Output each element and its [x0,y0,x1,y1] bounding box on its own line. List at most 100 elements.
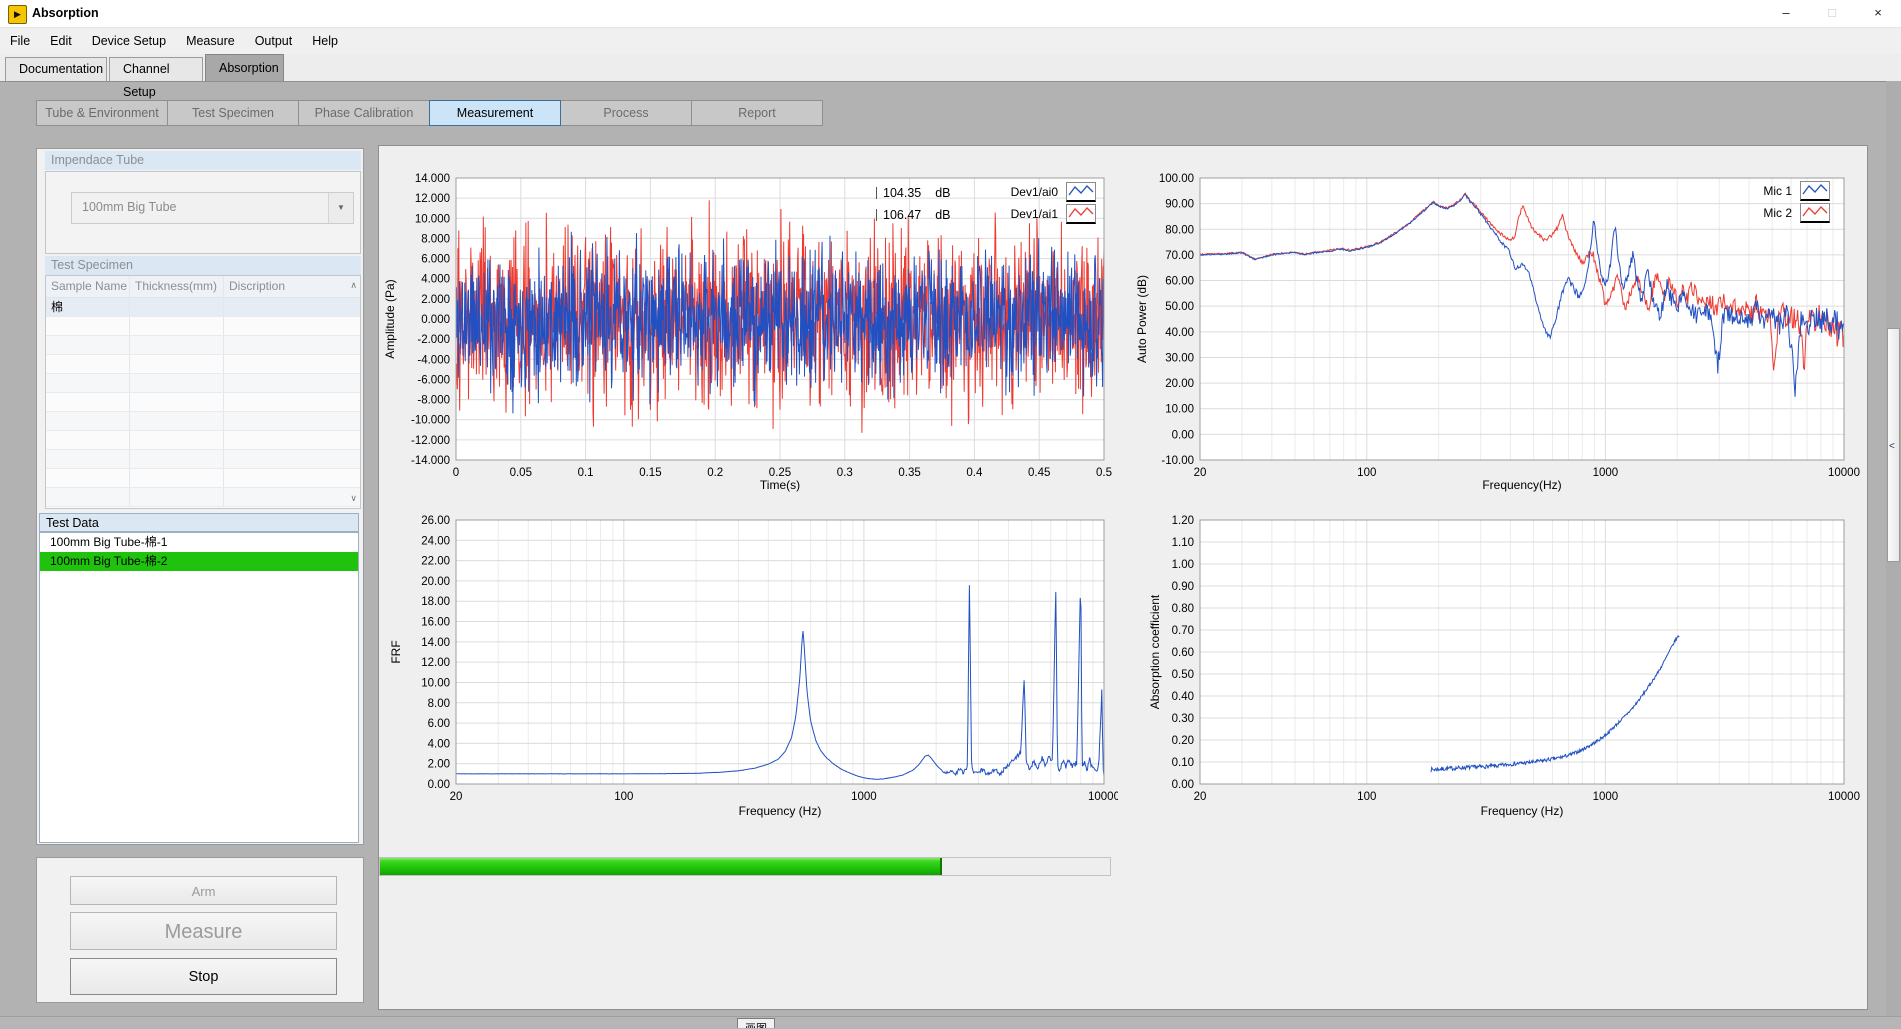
scroll-down-icon[interactable]: ∨ [350,493,357,504]
table-row-empty[interactable] [46,393,360,412]
legend-line-icon[interactable] [1066,182,1096,202]
svg-text:10000: 10000 [1088,791,1118,803]
close-button[interactable]: × [1855,0,1901,27]
svg-text:0: 0 [453,467,459,479]
table-row-empty[interactable] [46,336,360,355]
svg-text:26.00: 26.00 [421,515,450,527]
main-tabstrip: DocumentationChannel SetupAbsorption [0,54,1901,82]
table-cell [46,469,130,487]
menu-item-output[interactable]: Output [245,28,303,54]
maximize-button[interactable]: □ [1809,0,1855,27]
svg-text:0.70: 0.70 [1172,625,1194,637]
subtab-process[interactable]: Process [560,100,692,126]
column-header-sample-name[interactable]: Sample Name [46,276,130,297]
legend-line-icon[interactable] [1066,204,1096,224]
svg-text:Time(s): Time(s) [760,478,800,492]
table-row-empty[interactable] [46,355,360,374]
impedance-tube-groupbox: 100mm Big Tube ▼ [45,171,361,254]
svg-text:14.000: 14.000 [415,173,450,185]
legend-line-icon[interactable] [1800,181,1830,201]
measurement-progressbar [379,857,1111,876]
level-readout-1: 104.35dB [876,186,951,200]
table-cell [46,393,130,411]
svg-text:1000: 1000 [1593,791,1619,803]
legend-line-icon[interactable] [1800,203,1830,223]
table-cell [46,336,130,354]
measure-button[interactable]: Measure [70,912,337,950]
table-row-empty[interactable] [46,374,360,393]
impedance-tube-dropdown[interactable]: 100mm Big Tube ▼ [71,192,354,224]
svg-text:40.00: 40.00 [1165,327,1194,339]
svg-text:60.00: 60.00 [1165,276,1194,288]
frf-chart[interactable]: 26.0024.0022.0020.0018.0016.0014.0012.00… [380,508,1118,830]
table-row-empty[interactable] [46,412,360,431]
table-cell [224,431,340,449]
svg-text:Frequency (Hz): Frequency (Hz) [739,804,822,818]
table-row-empty[interactable] [46,431,360,450]
menu-item-measure[interactable]: Measure [176,28,245,54]
table-cell [46,317,130,335]
arm-button[interactable]: Arm [70,876,337,905]
subtab-measurement[interactable]: Measurement [429,100,561,126]
list-item-100mm-big-tube-1[interactable]: 100mm Big Tube-棉-1 [40,533,358,552]
column-header-discription[interactable]: Discription [224,276,340,297]
test-specimen-table[interactable]: ∧ ∨ Sample NameThickness(mm)Discription棉 [45,275,361,509]
bottom-tab-partial[interactable]: 画图 [737,1018,777,1028]
absorption-coefficient-chart[interactable]: 1.201.101.000.900.800.700.600.500.400.30… [1125,508,1877,830]
svg-text:10000: 10000 [1828,791,1860,803]
svg-text:1.20: 1.20 [1172,515,1194,527]
legend-label-mic-1[interactable]: Mic 1 [1714,184,1792,198]
readout-unit: dB [935,208,950,222]
subtab-report[interactable]: Report [691,100,823,126]
minimize-button[interactable]: – [1763,0,1809,27]
svg-text:0.5: 0.5 [1096,467,1112,479]
table-row-empty[interactable] [46,469,360,488]
svg-text:0.40: 0.40 [1172,691,1194,703]
column-header-thickness-mm[interactable]: Thickness(mm) [130,276,224,297]
svg-text:20: 20 [450,791,463,803]
table-cell [224,412,340,430]
tab-documentation[interactable]: Documentation [5,57,107,81]
svg-text:0.00: 0.00 [428,779,450,791]
table-cell [130,317,224,335]
subtab-phase-calibration[interactable]: Phase Calibration [298,100,430,126]
table-row-empty[interactable] [46,488,360,507]
svg-text:Frequency (Hz): Frequency (Hz) [1481,804,1564,818]
table-row-empty[interactable] [46,450,360,469]
table-header-row: Sample NameThickness(mm)Discription [46,276,360,298]
stop-button[interactable]: Stop [70,958,337,995]
subtab-test-specimen[interactable]: Test Specimen [167,100,299,126]
menu-item-file[interactable]: File [0,28,40,54]
table-cell [130,431,224,449]
legend-label-dev1-ai0[interactable]: Dev1/ai0 [980,185,1058,199]
menu-item-device-setup[interactable]: Device Setup [82,28,176,54]
table-row[interactable]: 棉 [46,298,360,317]
svg-text:14.00: 14.00 [421,637,450,649]
collapse-left-icon[interactable]: < [1889,441,1895,452]
scroll-up-icon[interactable]: ∧ [350,280,357,291]
svg-text:90.00: 90.00 [1165,199,1194,211]
svg-text:0.35: 0.35 [898,467,920,479]
test-data-list[interactable]: 100mm Big Tube-棉-1100mm Big Tube-棉-2 [39,532,359,843]
svg-text:1.00: 1.00 [1172,559,1194,571]
titlebar: ▶ Absorption – □ × [0,0,1901,28]
tab-absorption[interactable]: Absorption [205,54,284,81]
test-data-header: Test Data [39,513,359,532]
svg-text:1.10: 1.10 [1172,537,1194,549]
svg-text:0.1: 0.1 [578,467,594,479]
level-readout-2: 106.47dB [876,208,951,222]
table-row-empty[interactable] [46,317,360,336]
menu-item-edit[interactable]: Edit [40,28,82,54]
svg-text:8.00: 8.00 [428,698,450,710]
subtab-tube-environment[interactable]: Tube & Environment [36,100,168,126]
svg-text:20.00: 20.00 [1165,378,1194,390]
table-cell: 棉 [46,298,130,316]
menu-item-help[interactable]: Help [302,28,348,54]
list-item-100mm-big-tube-2[interactable]: 100mm Big Tube-棉-2 [40,552,358,571]
table-cell [224,450,340,468]
legend-label-dev1-ai1[interactable]: Dev1/ai1 [980,207,1058,221]
svg-text:10.00: 10.00 [1165,404,1194,416]
legend-label-mic-2[interactable]: Mic 2 [1714,206,1792,220]
chevron-down-icon[interactable]: ▼ [328,193,353,223]
tab-channel-setup[interactable]: Channel Setup [109,57,203,81]
